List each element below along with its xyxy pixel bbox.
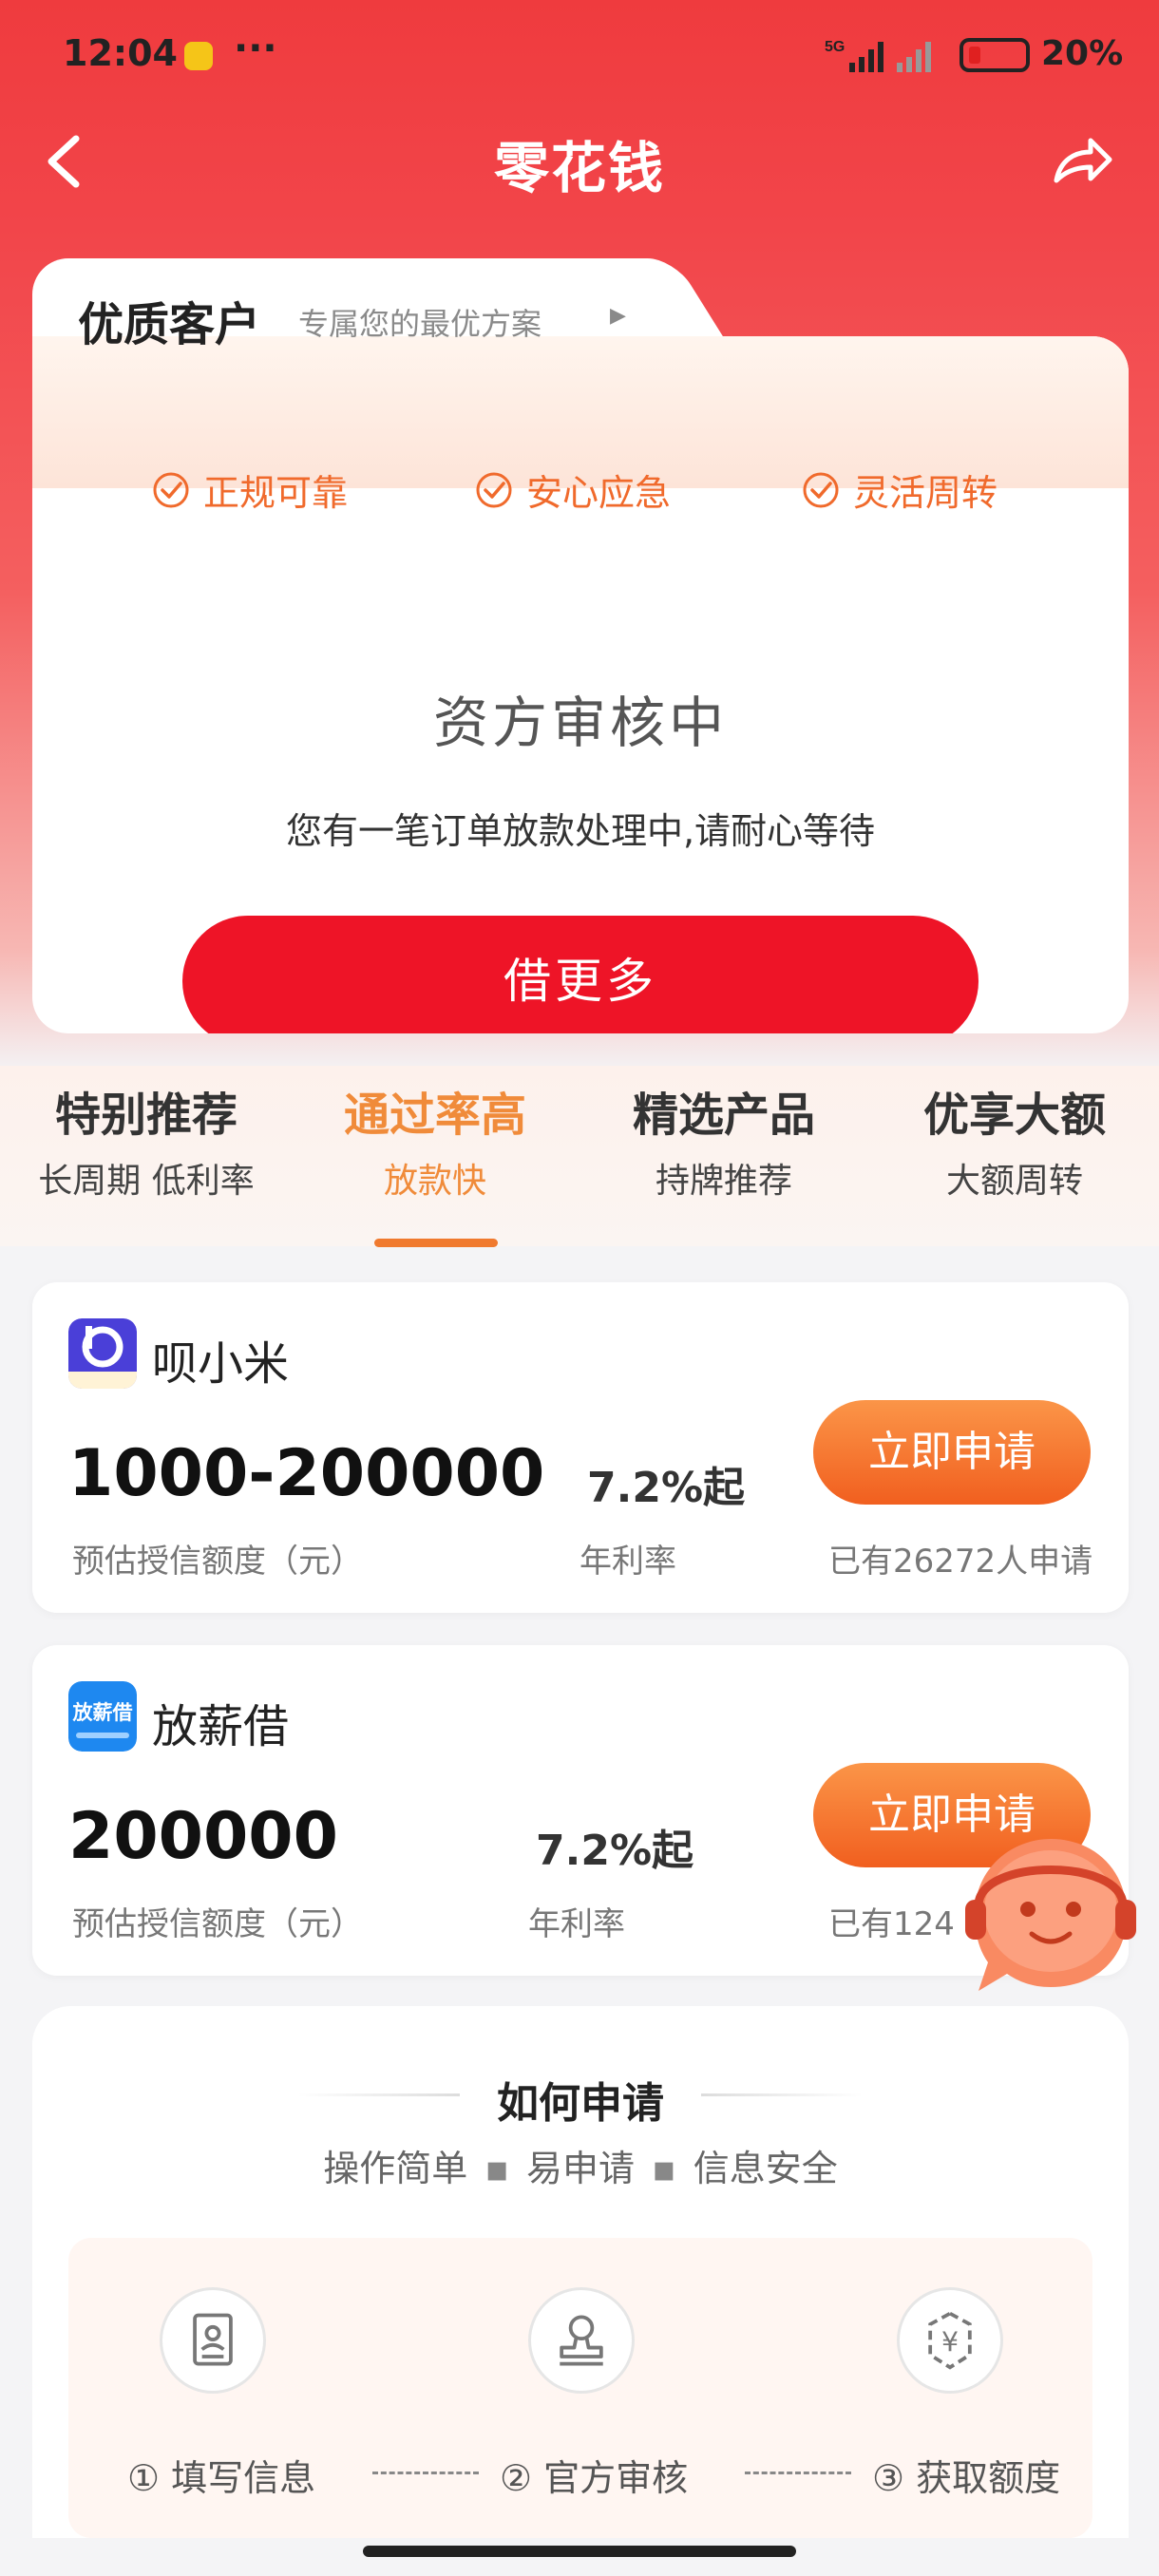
tab-high-approval[interactable]: 通过率高 放款快 [293, 1077, 578, 1203]
tab-subtitle: 长周期 低利率 [38, 1162, 255, 1201]
tab-subtitle: 大额周转 [945, 1162, 1083, 1201]
tag-separator: ▪ [484, 2148, 509, 2189]
vip-card: 正规可靠 安心应急 灵活周转 资方审核中 您有一笔订单放款处理中,请耐心等待 借… [32, 258, 1129, 1033]
step-label: ② 官方审核 [500, 2457, 689, 2499]
feature-item: 安心应急 [475, 464, 671, 516]
status-time: 12:04 [63, 32, 178, 74]
signal-icon: 5G [825, 39, 931, 72]
product-name: 放薪借 [152, 1700, 290, 1753]
customer-service-mascot-icon[interactable] [937, 1820, 1155, 2000]
status-description: 您有一笔订单放款处理中,请耐心等待 [285, 810, 876, 852]
how-to-apply-title: 如何申请 [497, 2079, 664, 2128]
tab-special-recommend[interactable]: 特别推荐 长周期 低利率 [4, 1077, 289, 1203]
annual-rate-label: 年利率 [580, 1543, 676, 1581]
logo-text: 放薪借 [72, 1701, 133, 1724]
vip-title: 优质客户 [78, 298, 261, 351]
annual-rate: 7.2%起 [587, 1464, 746, 1512]
step-label: ③ 获取额度 [872, 2457, 1061, 2499]
tag: 易申请 [525, 2148, 635, 2189]
applicant-count: 已有124 [828, 1905, 955, 1943]
tab-premium-large[interactable]: 优享大额 大额周转 [872, 1077, 1157, 1203]
play-arrow-icon: ▶ [610, 304, 626, 328]
apply-now-button[interactable]: 立即申请 [813, 1400, 1091, 1505]
tab-subtitle: 放款快 [383, 1162, 486, 1201]
product-name: 呗小米 [152, 1337, 290, 1391]
page-title: 零花钱 [493, 136, 665, 200]
tab-title: 通过率高 [343, 1089, 526, 1142]
step-connector [745, 2472, 851, 2474]
check-circle-icon [153, 472, 189, 507]
home-indicator[interactable] [363, 2546, 796, 2557]
active-tab-indicator [374, 1239, 498, 1247]
divider [701, 2093, 863, 2096]
product-card[interactable]: 呗小米 1000-200000 预估授信额度（元） 7.2%起 年利率 立即申请… [32, 1282, 1129, 1613]
applicant-count: 已有26272人申请 [828, 1543, 1093, 1581]
tag: 操作简单 [323, 2148, 468, 2189]
credit-amount: 1000-200000 [68, 1436, 545, 1511]
battery-percent: 20% [1041, 34, 1124, 73]
annual-rate-label: 年利率 [528, 1905, 625, 1943]
credit-amount: 200000 [68, 1799, 338, 1874]
borrow-more-button[interactable]: 借更多 [182, 916, 978, 1033]
check-circle-icon [476, 472, 512, 507]
notification-icon [184, 42, 213, 70]
stamp-icon [528, 2287, 635, 2394]
category-tabs: 特别推荐 长周期 低利率 通过率高 放款快 精选产品 持牌推荐 优享大额 大额周… [0, 1066, 1159, 1247]
network-label: 5G [825, 39, 845, 55]
feature-item: 正规可靠 [152, 464, 348, 516]
status-title: 资方审核中 [432, 691, 728, 755]
how-to-apply-tags: 操作简单 ▪ 易申请 ▪ 信息安全 [32, 2139, 1129, 2191]
how-to-apply-section: 如何申请 操作简单 ▪ 易申请 ▪ 信息安全 ¥ ① 填写信息 ② 官方审核 ③ 获取额… [32, 2006, 1129, 2538]
tab-subtitle: 持牌推荐 [655, 1162, 792, 1201]
step-connector [372, 2472, 479, 2474]
share-icon[interactable] [1049, 127, 1115, 194]
feature-label: 灵活周转 [853, 472, 998, 514]
status-bar: 12:04 ··· 5G 20% [0, 0, 1159, 114]
steps-box: ¥ ① 填写信息 ② 官方审核 ③ 获取额度 [68, 2238, 1092, 2538]
nav-bar: 零花钱 [0, 104, 1159, 228]
tab-title: 特别推荐 [54, 1089, 238, 1142]
tag: 信息安全 [693, 2148, 838, 2189]
credit-amount-label: 预估授信额度（元） [72, 1543, 363, 1581]
status-more-icon: ··· [234, 27, 277, 70]
step-label: ① 填写信息 [127, 2457, 316, 2499]
feature-label: 正规可靠 [203, 472, 349, 514]
tab-selected-products[interactable]: 精选产品 持牌推荐 [581, 1077, 866, 1203]
feature-label: 安心应急 [526, 472, 672, 514]
tag-separator: ▪ [652, 2148, 676, 2189]
vip-subtitle[interactable]: 专属您的最优方案 [298, 300, 542, 344]
svg-text:¥: ¥ [941, 2326, 959, 2358]
annual-rate: 7.2%起 [536, 1827, 694, 1875]
yen-icon: ¥ [897, 2287, 1003, 2394]
feature-item: 灵活周转 [802, 464, 998, 516]
tab-title: 精选产品 [632, 1089, 815, 1142]
credit-amount-label: 预估授信额度（元） [72, 1905, 363, 1943]
battery-icon [960, 38, 1030, 72]
check-circle-icon [803, 472, 839, 507]
form-icon [160, 2287, 266, 2394]
fangxinjie-logo-icon: 放薪借 [68, 1681, 137, 1752]
tab-title: 优享大额 [922, 1089, 1106, 1142]
vip-card-body: 正规可靠 安心应急 灵活周转 资方审核中 您有一笔订单放款处理中,请耐心等待 借… [32, 336, 1129, 1033]
beixiaomi-logo-icon [68, 1318, 137, 1389]
